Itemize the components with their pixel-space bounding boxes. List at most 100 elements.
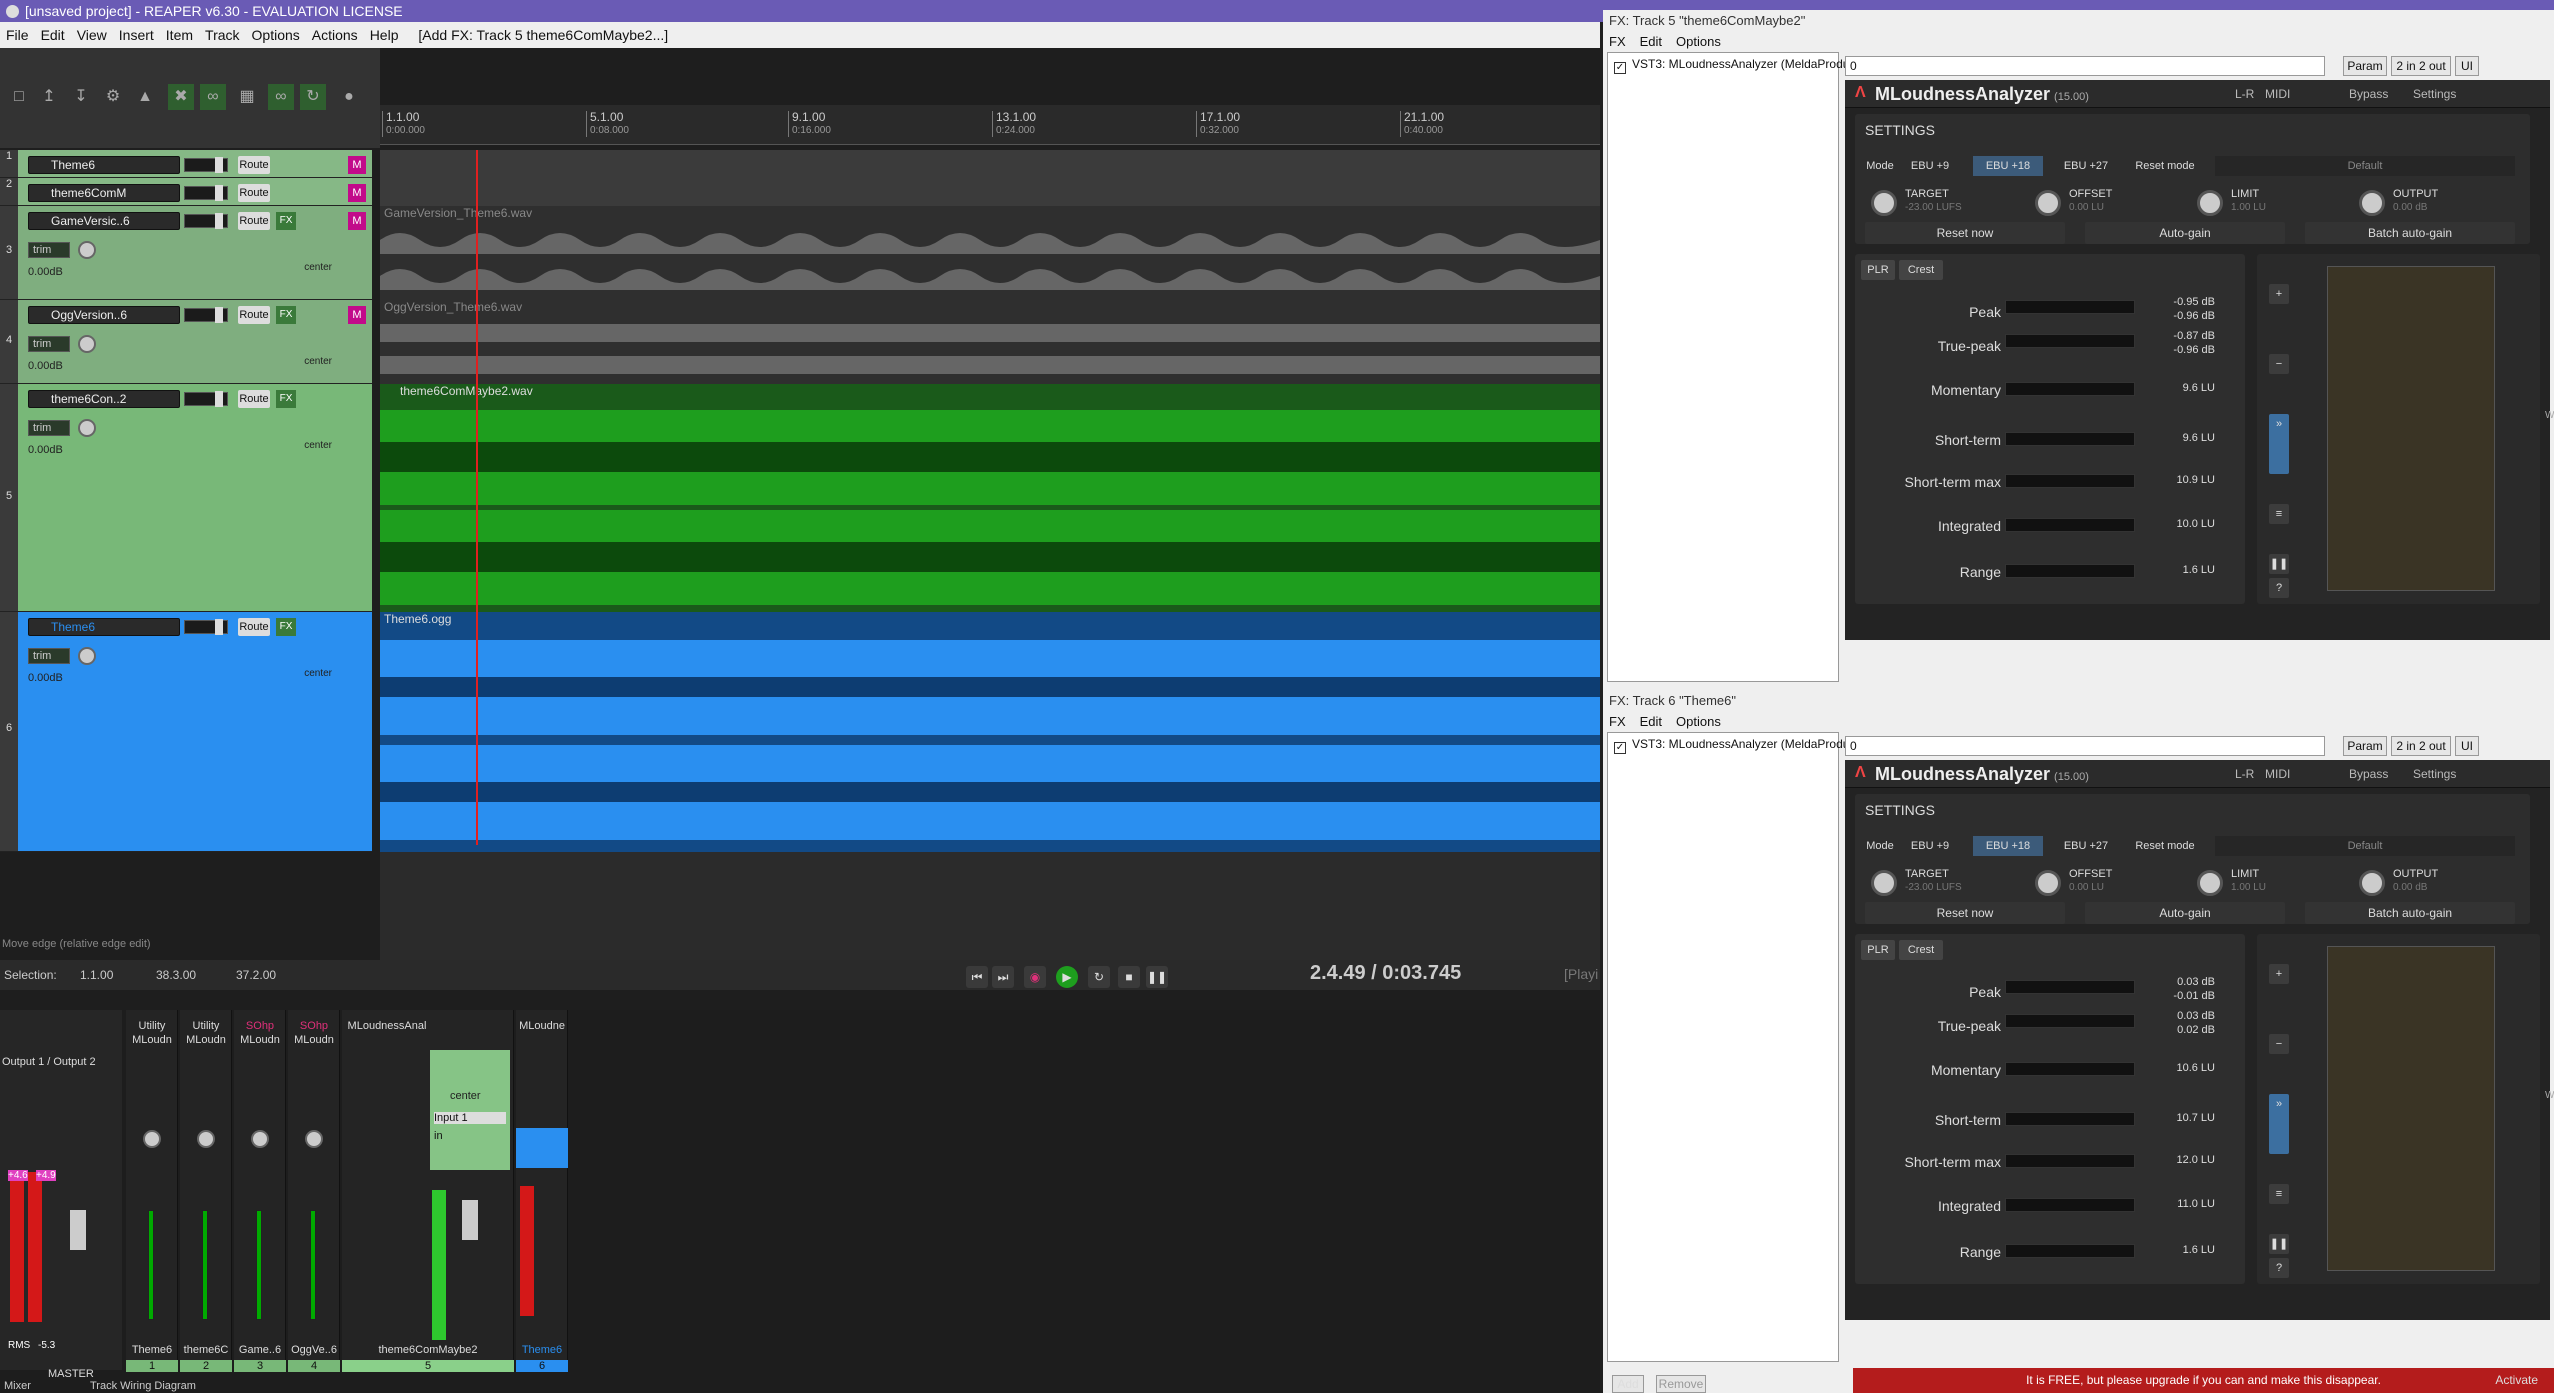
lane-4[interactable]: OggVersion_Theme6.wav	[380, 300, 1600, 384]
track-name[interactable]: OggVersion..6	[28, 306, 180, 324]
midi-button[interactable]: MIDI	[2265, 87, 2290, 101]
output-knob[interactable]	[2359, 190, 2385, 216]
mixer-strip-2[interactable]: Utility MLoudn theme6C 2	[180, 1010, 232, 1372]
snap-icon[interactable]: ✖	[168, 84, 194, 110]
route-button[interactable]: Route	[238, 184, 270, 202]
pan-knob[interactable]	[251, 1130, 269, 1148]
reset-mode-select[interactable]: Default	[2215, 836, 2515, 856]
volume-fader[interactable]	[184, 619, 228, 635]
pause-icon[interactable]: ❚❚	[2269, 1234, 2289, 1254]
fx-slot[interactable]: MLoudnessAnal	[342, 1020, 432, 1032]
mixer-strip-5[interactable]: MLoudnessAnal center Input 1 in theme6Co…	[342, 1010, 514, 1372]
mute-button[interactable]: M	[348, 212, 366, 230]
fx-slot[interactable]: MLoudn	[234, 1034, 286, 1046]
strip-name[interactable]: Theme6	[126, 1344, 178, 1356]
lane-3[interactable]: GameVersion_Theme6.wav	[380, 206, 1600, 300]
lane-1-2[interactable]	[380, 150, 1600, 206]
pan-knob[interactable]	[78, 241, 96, 259]
tab-crest[interactable]: Crest	[1899, 940, 1943, 960]
menu-help[interactable]: Help	[370, 27, 399, 43]
trim-button[interactable]: trim	[28, 420, 70, 436]
tab-plr[interactable]: PLR	[1861, 260, 1895, 280]
fx-chain-list[interactable]: ✓ VST3: MLoudnessAnalyzer (MeldaProdu...	[1607, 52, 1859, 682]
param-button[interactable]: Param	[2343, 736, 2387, 756]
param-button[interactable]: Param	[2343, 56, 2387, 76]
fx-menu-options[interactable]: Options	[1676, 34, 1721, 49]
go-start-icon[interactable]: ⏮	[966, 966, 988, 988]
track-1[interactable]: 1 Theme6 Route M	[0, 150, 372, 178]
trim-button[interactable]: trim	[28, 242, 70, 258]
ebu-9-button[interactable]: EBU +9	[1895, 836, 1965, 856]
volume-fader[interactable]	[184, 213, 228, 229]
lane-5[interactable]: theme6ComMaybe2.wav	[380, 384, 1600, 612]
bypass-button[interactable]: Bypass	[2349, 767, 2388, 781]
fx-slot[interactable]: MLoudn	[126, 1034, 178, 1046]
volume-fader[interactable]	[184, 391, 228, 407]
add-fx-button[interactable]: Add	[1612, 1375, 1644, 1393]
grid-icon[interactable]: ▦	[234, 84, 260, 110]
lr-button[interactable]: L-R	[2235, 767, 2254, 781]
tab-mixer[interactable]: Mixer	[4, 1380, 31, 1392]
mixer-strip-1[interactable]: Utility MLoudn Theme6 1	[126, 1010, 178, 1372]
midi-button[interactable]: MIDI	[2265, 767, 2290, 781]
pan-knob[interactable]	[143, 1130, 161, 1148]
ripple-icon[interactable]: ∞	[200, 84, 226, 110]
auto-gain-button[interactable]: Auto-gain	[2085, 222, 2285, 244]
track-name[interactable]: Theme6	[28, 156, 180, 174]
pan-knob[interactable]	[78, 335, 96, 353]
settings-icon[interactable]: ⚙	[100, 84, 126, 110]
timeline-ruler[interactable]: 1.1.00 0:00.000 5.1.00 0:08.000 9.1.00 0:16…	[380, 105, 1600, 145]
zoom-out-icon[interactable]: −	[2269, 1034, 2289, 1054]
strip-name[interactable]: Theme6	[516, 1344, 568, 1356]
pause-icon[interactable]: ❚❚	[1146, 966, 1168, 988]
link-icon[interactable]: ∞	[268, 84, 294, 110]
mixer-strip-3[interactable]: SOhp MLoudn Game..6 3	[234, 1010, 286, 1372]
mute-button[interactable]: M	[348, 184, 366, 202]
loop-icon[interactable]: ↻	[300, 84, 326, 110]
monitor-in[interactable]: in	[434, 1130, 474, 1142]
offset-knob[interactable]	[2035, 870, 2061, 896]
menu-view[interactable]: View	[77, 27, 107, 43]
io-button[interactable]: 2 in 2 out	[2391, 56, 2451, 76]
lane-6[interactable]: Theme6.ogg	[380, 612, 1600, 852]
preset-select[interactable]: 0	[1845, 736, 2325, 756]
trim-button[interactable]: trim	[28, 336, 70, 352]
trim-button[interactable]: trim	[28, 648, 70, 664]
zoom-in-icon[interactable]: +	[2269, 964, 2289, 984]
ebu-27-button[interactable]: EBU +27	[2051, 836, 2121, 856]
menu-actions[interactable]: Actions	[312, 27, 358, 43]
fx-slot[interactable]: Utility	[126, 1020, 178, 1032]
reset-mode-select[interactable]: Default	[2215, 156, 2515, 176]
limit-knob[interactable]	[2197, 870, 2223, 896]
track-name[interactable]: GameVersic..6	[28, 212, 180, 230]
menu-item[interactable]: Item	[166, 27, 193, 43]
mute-button[interactable]: M	[348, 306, 366, 324]
track-name[interactable]: theme6ComM	[28, 184, 180, 202]
menu-file[interactable]: File	[6, 27, 29, 43]
stop-icon[interactable]: ■	[1118, 966, 1140, 988]
route-button[interactable]: Route	[238, 306, 270, 324]
tab-crest[interactable]: Crest	[1899, 260, 1943, 280]
tab-track-wiring[interactable]: Track Wiring Diagram	[90, 1380, 196, 1392]
route-button[interactable]: Route	[238, 618, 270, 636]
mixer-strip-6[interactable]: MLoudne Theme6 6	[516, 1010, 568, 1372]
fx-chain-list[interactable]: ✓ VST3: MLoudnessAnalyzer (MeldaProdu...	[1607, 732, 1859, 1362]
fx-button[interactable]: FX	[276, 618, 296, 636]
menu-icon[interactable]: ≡	[2269, 504, 2289, 524]
selection-length[interactable]: 37.2.00	[236, 968, 276, 982]
remove-fx-button[interactable]: Remove	[1656, 1375, 1706, 1393]
mixer-strip-4[interactable]: SOhp MLoudn OggVe..6 4	[288, 1010, 340, 1372]
mute-button[interactable]: M	[348, 156, 366, 174]
route-button[interactable]: Route	[238, 156, 270, 174]
output-label[interactable]: Output 1 / Output 2	[2, 1056, 96, 1068]
settings-button[interactable]: Settings	[2413, 87, 2456, 101]
new-project-icon[interactable]: □	[6, 84, 32, 110]
fx-chain-item[interactable]: ✓ VST3: MLoudnessAnalyzer (MeldaProdu...	[1614, 57, 1859, 74]
record-icon[interactable]: ◉	[1024, 966, 1046, 988]
fast-forward-icon[interactable]: »	[2269, 1094, 2289, 1154]
pan-knob[interactable]	[78, 647, 96, 665]
strip-fader[interactable]	[462, 1200, 478, 1240]
fx-menu-edit[interactable]: Edit	[1640, 34, 1662, 49]
menu-track[interactable]: Track	[205, 27, 239, 43]
zoom-in-icon[interactable]: +	[2269, 284, 2289, 304]
